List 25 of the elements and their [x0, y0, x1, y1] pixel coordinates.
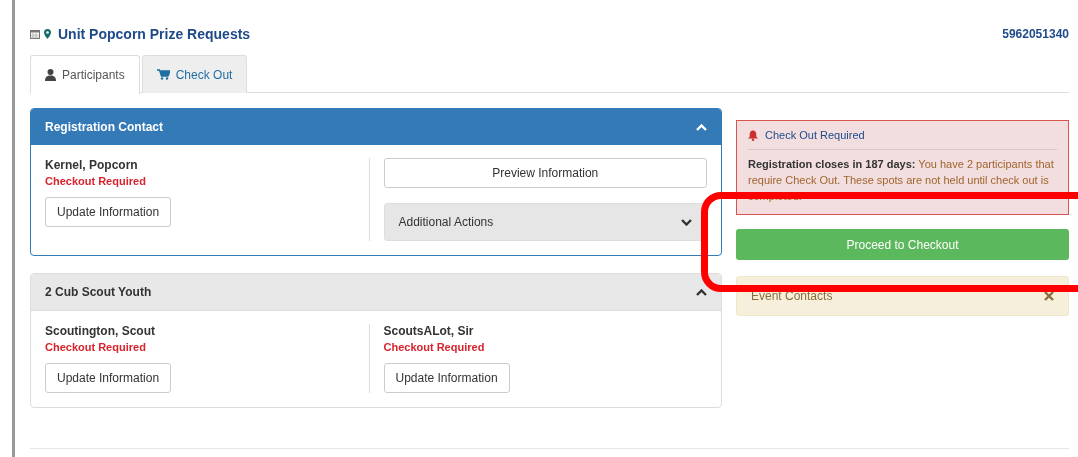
- participant-name: Scoutington, Scout: [45, 324, 155, 338]
- page-title: Unit Popcorn Prize Requests: [58, 26, 251, 42]
- checkout-status: Checkout Required: [45, 341, 146, 353]
- update-button[interactable]: Update Information: [45, 197, 172, 227]
- panel-header[interactable]: 2 Cub Scout Youth: [31, 274, 721, 311]
- alert-title: Check Out Required: [765, 129, 865, 141]
- participant-name: Kernel, Popcorn: [45, 158, 138, 172]
- update-button[interactable]: Update Information: [45, 363, 172, 393]
- panel-title: Registration Contact: [45, 120, 163, 134]
- bell-icon: [748, 129, 758, 141]
- panel-title: 2 Cub Scout Youth: [45, 285, 152, 299]
- checkout-status: Checkout Required: [45, 175, 146, 187]
- preview-button[interactable]: Preview Information: [383, 158, 707, 188]
- chevron-icon: [681, 218, 692, 226]
- tab[interactable]: Participants: [30, 55, 140, 94]
- panel-header[interactable]: Registration Contact: [31, 109, 721, 145]
- participant-name: ScoutsALot, Sir: [383, 324, 474, 338]
- registration-number: 5962051340: [1002, 27, 1069, 41]
- map-pin-icon: [44, 29, 51, 39]
- person-icon: [45, 69, 56, 81]
- tab[interactable]: Check Out: [141, 55, 248, 93]
- calendar-icon: [30, 29, 40, 39]
- checkout-status: Checkout Required: [383, 341, 485, 353]
- update-button[interactable]: Update Information: [383, 363, 510, 393]
- cart-icon: [156, 69, 170, 80]
